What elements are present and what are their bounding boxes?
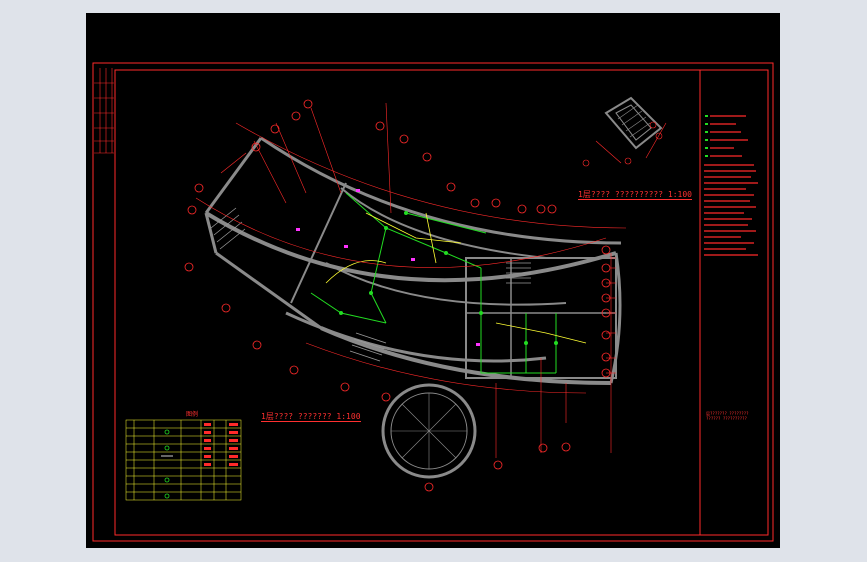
right-legend-markers: [704, 115, 758, 256]
left-strip: [94, 68, 114, 154]
outer-frame: [92, 62, 774, 542]
legend-table: [125, 419, 242, 501]
building-plan: [184, 99, 627, 492]
round-annex: [381, 383, 477, 479]
cad-viewport[interactable]: 1层???? ??????? 1:100 1层???? ?????????? 1…: [86, 13, 780, 548]
right-note: 层??????? ???????? ?????? ??????????: [706, 411, 749, 421]
inner-frame: [114, 69, 769, 536]
stair-detail: [582, 96, 667, 167]
plan-title: 1层???? ??????? 1:100: [261, 412, 361, 422]
legend-title: 图例: [186, 411, 199, 418]
cad-drawing: [92, 62, 774, 542]
stair-title: 1层???? ?????????? 1:100: [578, 190, 692, 200]
